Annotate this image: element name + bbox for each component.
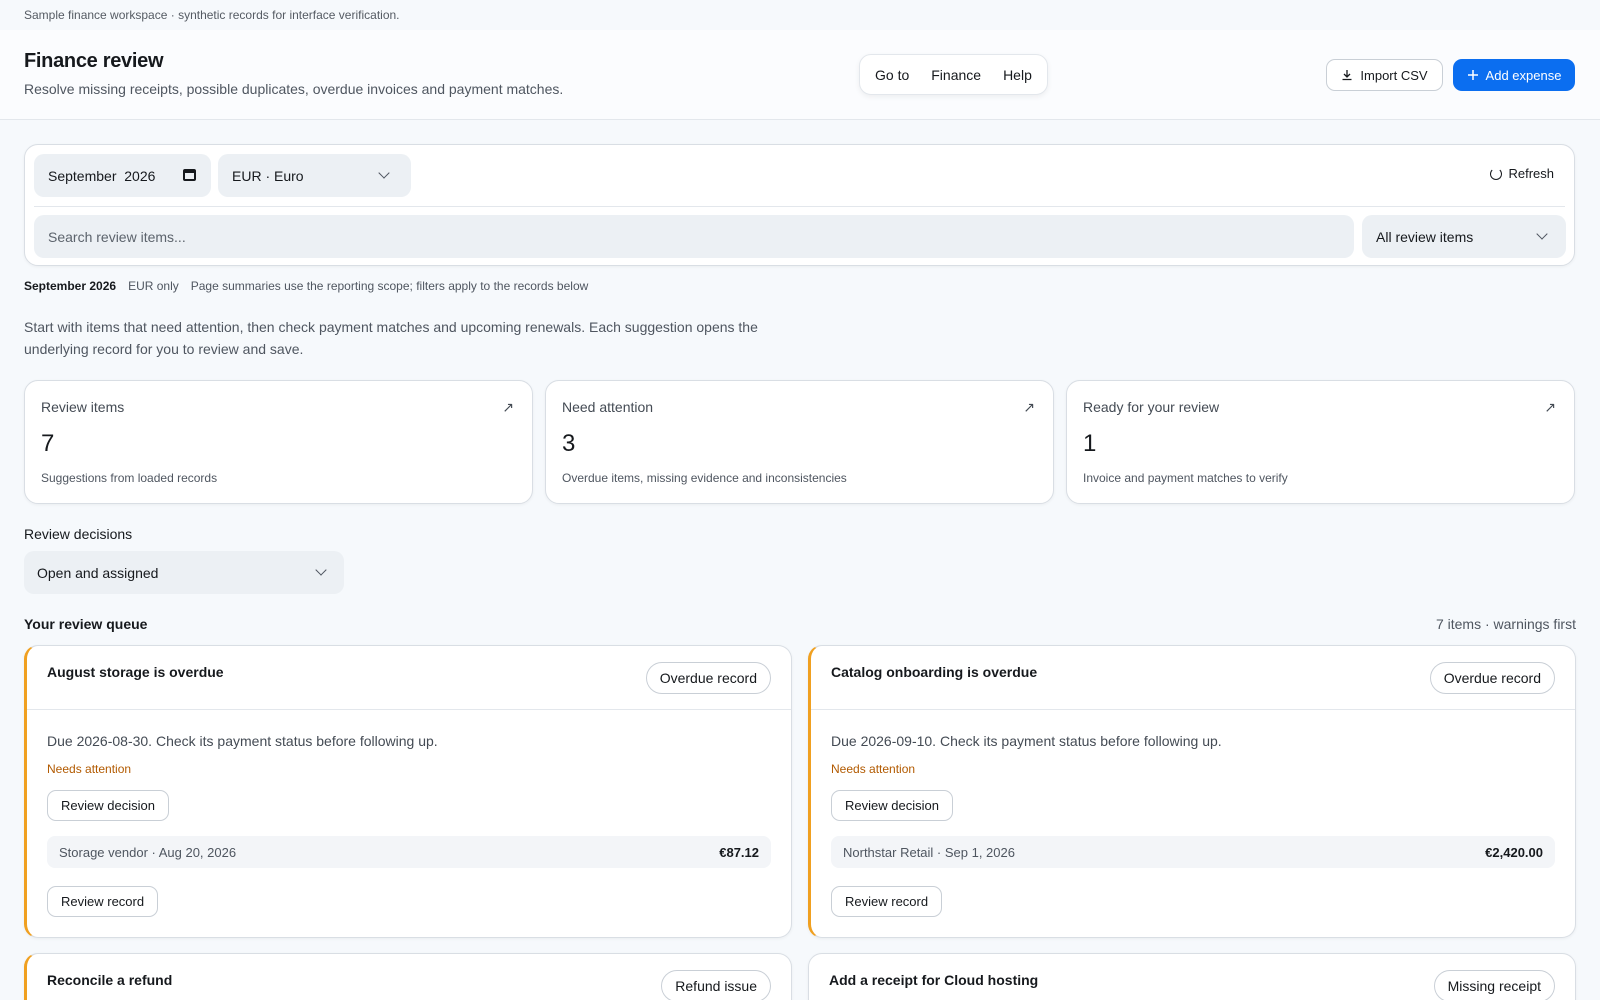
- task-card: Reconcile a refund Refund issue: [24, 953, 792, 1000]
- task-type-tag[interactable]: Missing receipt: [1433, 970, 1555, 1000]
- task-title: August storage is overdue: [47, 664, 224, 680]
- arrow-up-right-icon: ↗: [1023, 399, 1035, 415]
- currency-select[interactable]: EUR · Euro: [218, 154, 411, 197]
- stat-description: Overdue items, missing evidence and inco…: [562, 471, 847, 485]
- filter-panel: September 2026 EUR · Euro Refresh All re…: [24, 144, 1575, 266]
- download-icon: [1342, 70, 1352, 81]
- refresh-icon: [1490, 167, 1503, 180]
- page-title: Finance review: [24, 50, 164, 72]
- record-amount: €2,420.00: [1485, 844, 1543, 860]
- task-type-tag[interactable]: Overdue record: [1429, 662, 1555, 694]
- task-card: Add a receipt for Cloud hosting Missing …: [808, 953, 1576, 1000]
- review-type-value: All review items: [1376, 228, 1474, 245]
- review-type-select[interactable]: All review items: [1362, 215, 1566, 258]
- scope-currency: EUR only: [128, 279, 179, 293]
- task-card-header: Reconcile a refund Refund issue: [27, 954, 791, 1000]
- queue-title: Your review queue: [24, 616, 148, 632]
- task-title: Reconcile a refund: [47, 972, 173, 988]
- nav-finance[interactable]: Finance: [920, 67, 992, 83]
- review-record-button[interactable]: Review record: [47, 886, 159, 917]
- stat-value: 3: [562, 430, 576, 457]
- plus-icon: [1467, 70, 1478, 80]
- page-subtitle: Resolve missing receipts, possible dupli…: [24, 81, 564, 97]
- review-decisions-value: Open and assigned: [37, 564, 159, 581]
- stat-card-need-attention[interactable]: Need attention ↗ 3 Overdue items, missin…: [545, 380, 1054, 504]
- review-decisions-label: Review decisions: [24, 526, 133, 542]
- task-card-header: Catalog onboarding is overdue Overdue re…: [811, 646, 1575, 710]
- demo-notice: Sample finance workspace · synthetic rec…: [24, 8, 400, 22]
- record-meta: Northstar Retail · Sep 1, 2026: [843, 844, 1015, 860]
- attention-label: Needs attention: [831, 762, 916, 776]
- calendar-icon[interactable]: [183, 169, 196, 181]
- arrow-up-right-icon: ↗: [1544, 399, 1556, 415]
- record-summary: Storage vendor · Aug 20, 2026 €87.12: [47, 836, 771, 868]
- import-csv-button[interactable]: Import CSV: [1326, 59, 1443, 91]
- nav-go-to[interactable]: Go to: [864, 67, 920, 83]
- filter-divider: [34, 206, 1565, 207]
- task-message: Due 2026-09-10. Check its payment status…: [831, 733, 1222, 749]
- scope-note: Page summaries use the reporting scope; …: [190, 279, 589, 293]
- top-navigation: Go to Finance Help: [859, 54, 1048, 95]
- chevron-down-icon: [1536, 228, 1548, 240]
- stat-card-review-items[interactable]: Review items ↗ 7 Suggestions from loaded…: [24, 380, 533, 504]
- queue-count: 7 items · warnings first: [1435, 616, 1576, 632]
- arrow-up-right-icon: ↗: [502, 399, 514, 415]
- record-meta: Storage vendor · Aug 20, 2026: [59, 844, 237, 860]
- stat-value: 1: [1083, 430, 1097, 457]
- import-csv-label: Import CSV: [1360, 67, 1428, 83]
- task-card: Catalog onboarding is overdue Overdue re…: [808, 645, 1576, 938]
- task-type-tag[interactable]: Overdue record: [645, 662, 771, 694]
- record-summary: Northstar Retail · Sep 1, 2026 €2,420.00: [831, 836, 1555, 868]
- month-picker[interactable]: September 2026: [34, 154, 211, 197]
- stat-label: Ready for your review: [1083, 399, 1220, 415]
- review-decisions-select[interactable]: Open and assigned: [24, 551, 344, 594]
- currency-value: EUR · Euro: [232, 167, 304, 184]
- stat-value: 7: [41, 430, 55, 457]
- task-title: Catalog onboarding is overdue: [831, 664, 1038, 680]
- page-header: Finance review Resolve missing receipts,…: [0, 30, 1600, 120]
- task-title: Add a receipt for Cloud hosting: [829, 972, 1039, 988]
- search-input[interactable]: [34, 215, 1354, 258]
- stat-label: Need attention: [562, 399, 654, 415]
- month-value: September 2026: [48, 167, 156, 184]
- chevron-down-icon: [378, 167, 390, 179]
- chevron-down-icon: [315, 564, 327, 576]
- review-decision-button[interactable]: Review decision: [47, 790, 169, 821]
- task-type-tag[interactable]: Refund issue: [661, 970, 771, 1000]
- stat-description: Suggestions from loaded records: [41, 471, 218, 485]
- review-record-button[interactable]: Review record: [831, 886, 943, 917]
- stat-label: Review items: [41, 399, 125, 415]
- scope-summary: September 2026 EUR only Page summaries u…: [24, 279, 588, 293]
- task-message: Due 2026-08-30. Check its payment status…: [47, 733, 438, 749]
- intro-text: Start with items that need attention, th…: [24, 319, 758, 357]
- refresh-label: Refresh: [1508, 166, 1554, 181]
- record-amount: €87.12: [719, 844, 759, 860]
- task-card: August storage is overdue Overdue record…: [24, 645, 792, 938]
- task-card-header: August storage is overdue Overdue record: [27, 646, 791, 710]
- review-decision-button[interactable]: Review decision: [831, 790, 953, 821]
- refresh-button[interactable]: Refresh: [1490, 166, 1554, 181]
- task-card-header: Add a receipt for Cloud hosting Missing …: [809, 954, 1575, 1000]
- nav-help[interactable]: Help: [992, 67, 1043, 83]
- add-expense-label: Add expense: [1485, 67, 1562, 83]
- stat-description: Invoice and payment matches to verify: [1083, 471, 1288, 485]
- scope-period: September 2026: [24, 279, 117, 293]
- attention-label: Needs attention: [47, 762, 132, 776]
- stat-card-ready-for-review[interactable]: Ready for your review ↗ 1 Invoice and pa…: [1066, 380, 1575, 504]
- add-expense-button[interactable]: Add expense: [1453, 59, 1575, 91]
